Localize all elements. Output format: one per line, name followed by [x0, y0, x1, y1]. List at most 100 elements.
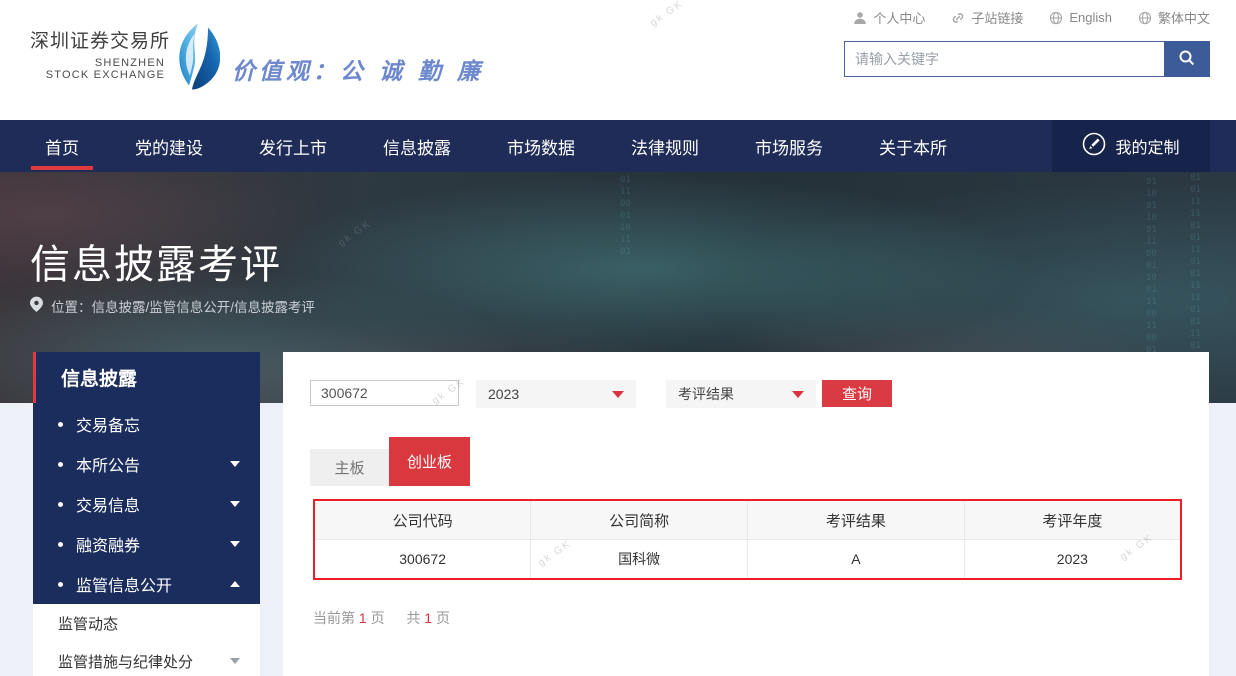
page-title: 信息披露考评	[30, 232, 282, 290]
table-cell: A	[748, 540, 965, 580]
pagination-current: 1	[359, 610, 367, 626]
chevron-down-icon	[230, 658, 240, 664]
topbar-link-label: 子站链接	[971, 8, 1023, 27]
sidebar-item-2[interactable]: 交易信息	[33, 484, 260, 524]
table-body: 300672国科微A2023	[314, 540, 1181, 580]
globe-icon	[1049, 11, 1063, 25]
topbar-link-1[interactable]: 子站链接	[951, 8, 1023, 27]
nav-my-custom[interactable]: 我的定制	[1052, 120, 1210, 172]
sidebar-menu: 交易备忘本所公告交易信息融资融券监管信息公开	[33, 403, 260, 604]
nav-item-3[interactable]: 信息披露	[383, 120, 451, 172]
site-search-input[interactable]	[844, 41, 1164, 77]
tab-0[interactable]: 主板	[310, 449, 389, 486]
sidebar-item-label: 交易备忘	[76, 412, 140, 436]
nav-item-1[interactable]: 党的建设	[135, 120, 203, 172]
location-pin-icon	[30, 296, 43, 316]
site-header: 个人中心 子站链接 English 繁体中文 深圳证券交易所 SHENZHEN STO…	[0, 0, 1236, 120]
year-select-value: 2023	[488, 386, 519, 402]
pagination-total: 1	[424, 610, 432, 626]
logo-en-line1: SHENZHEN	[30, 57, 165, 69]
page: 个人中心 子站链接 English 繁体中文 深圳证券交易所 SHENZHEN STO…	[0, 0, 1236, 676]
main-nav: 首页 党的建设 发行上市 信息披露 市场数据 法律规则 市场服务 关于本所 我的定制	[0, 120, 1236, 172]
chevron-down-icon	[230, 541, 240, 547]
evaluation-table: 公司代码公司简称考评结果考评年度 300672国科微A2023	[313, 499, 1182, 580]
sidebar-item-label: 融资融券	[76, 532, 140, 556]
topbar-links: 个人中心 子站链接 English 繁体中文	[853, 8, 1210, 27]
bullet-icon	[58, 502, 63, 507]
table-header-cell: 公司简称	[531, 500, 748, 540]
sidebar-title: 信息披露	[33, 352, 260, 403]
table-header-cell: 公司代码	[314, 500, 531, 540]
sidebar-item-0[interactable]: 交易备忘	[33, 404, 260, 444]
chevron-down-icon	[792, 391, 804, 398]
pencil-circle-icon	[1082, 132, 1106, 161]
topbar-link-label: English	[1069, 10, 1112, 25]
table-cell: 300672	[314, 540, 531, 580]
sidebar-item-1[interactable]: 本所公告	[33, 444, 260, 484]
sidebar-item-label: 交易信息	[76, 492, 140, 516]
sidebar-submenu: 监管动态监管措施与纪律处分	[33, 604, 260, 676]
chevron-up-icon	[230, 581, 240, 587]
nav-my-custom-label: 我的定制	[1115, 134, 1179, 158]
user-icon	[853, 11, 867, 25]
topbar-link-label: 个人中心	[873, 8, 925, 27]
table-cell: 2023	[964, 540, 1181, 580]
table-row: 300672国科微A2023	[314, 540, 1181, 580]
site-search-button[interactable]	[1164, 41, 1210, 77]
sidebar-item-3[interactable]: 融资融券	[33, 524, 260, 564]
nav-item-5[interactable]: 法律规则	[631, 120, 699, 172]
bullet-icon	[58, 462, 63, 467]
chevron-down-icon	[230, 461, 240, 467]
company-code-input[interactable]	[310, 380, 459, 406]
bullet-icon	[58, 542, 63, 547]
table-header-cell: 考评年度	[964, 500, 1181, 540]
sidebar-subitem-label: 监管动态	[58, 613, 118, 634]
table-header-row: 公司代码公司简称考评结果考评年度	[314, 500, 1181, 540]
pagination-page-word: 页	[371, 610, 385, 626]
chevron-down-icon	[230, 501, 240, 507]
nav-item-7[interactable]: 关于本所	[879, 120, 947, 172]
nav-item-0[interactable]: 首页	[45, 120, 79, 172]
topbar-link-label: 繁体中文	[1158, 8, 1210, 27]
logo-leaf-icon	[168, 18, 220, 98]
sidebar-subitem-label: 监管措施与纪律处分	[58, 651, 193, 672]
pagination-total-prefix: 共	[406, 610, 420, 626]
result-select-value: 考评结果	[678, 384, 734, 404]
breadcrumb-text: 位置：信息披露/监管信息公开/信息披露考评	[51, 296, 315, 316]
logo-cn-text: 深圳证券交易所	[30, 26, 165, 53]
site-search	[844, 41, 1210, 77]
value-slogan: 价值观：公 诚 勤 廉	[232, 52, 484, 86]
binary-texture: 01 11 00 01 10 11 01	[620, 174, 631, 258]
chevron-down-icon	[612, 391, 624, 398]
sidebar: 信息披露 交易备忘本所公告交易信息融资融券监管信息公开 监管动态监管措施与纪律处…	[33, 352, 260, 676]
tab-1[interactable]: 创业板	[389, 437, 470, 486]
nav-item-6[interactable]: 市场服务	[755, 120, 823, 172]
sidebar-item-label: 本所公告	[76, 452, 140, 476]
bullet-icon	[58, 422, 63, 427]
topbar-link-3[interactable]: 繁体中文	[1138, 8, 1210, 27]
logo-en-line2: STOCK EXCHANGE	[30, 69, 165, 81]
table-cell: 国科微	[531, 540, 748, 580]
topbar-link-2[interactable]: English	[1049, 10, 1112, 25]
year-select[interactable]: 2023	[476, 380, 636, 408]
nav-items: 首页 党的建设 发行上市 信息披露 市场数据 法律规则 市场服务 关于本所	[0, 120, 1236, 172]
logo[interactable]: 深圳证券交易所 SHENZHEN STOCK EXCHANGE	[30, 26, 165, 81]
result-select[interactable]: 考评结果	[666, 380, 816, 408]
pagination: 当前第 1 页 共 1 页	[313, 608, 450, 628]
globe-icon	[1138, 11, 1152, 25]
query-button[interactable]: 查询	[822, 380, 892, 407]
topbar-link-0[interactable]: 个人中心	[853, 8, 925, 27]
search-icon	[1178, 49, 1196, 70]
nav-item-4[interactable]: 市场数据	[507, 120, 575, 172]
content-panel: 2023 考评结果 查询 主板创业板 公司代码公司简称考评结果考评年度 3006…	[283, 352, 1209, 676]
sidebar-subitem-0[interactable]: 监管动态	[33, 604, 260, 642]
table-header-cell: 考评结果	[748, 500, 965, 540]
sidebar-item-4[interactable]: 监管信息公开	[33, 564, 260, 604]
nav-item-2[interactable]: 发行上市	[259, 120, 327, 172]
link-icon	[951, 11, 965, 25]
sidebar-item-label: 监管信息公开	[76, 572, 172, 596]
sidebar-subitem-1[interactable]: 监管措施与纪律处分	[33, 642, 260, 676]
pagination-prefix: 当前第	[313, 610, 355, 626]
breadcrumb: 位置：信息披露/监管信息公开/信息披露考评	[30, 296, 315, 316]
pagination-page-word2: 页	[436, 610, 450, 626]
